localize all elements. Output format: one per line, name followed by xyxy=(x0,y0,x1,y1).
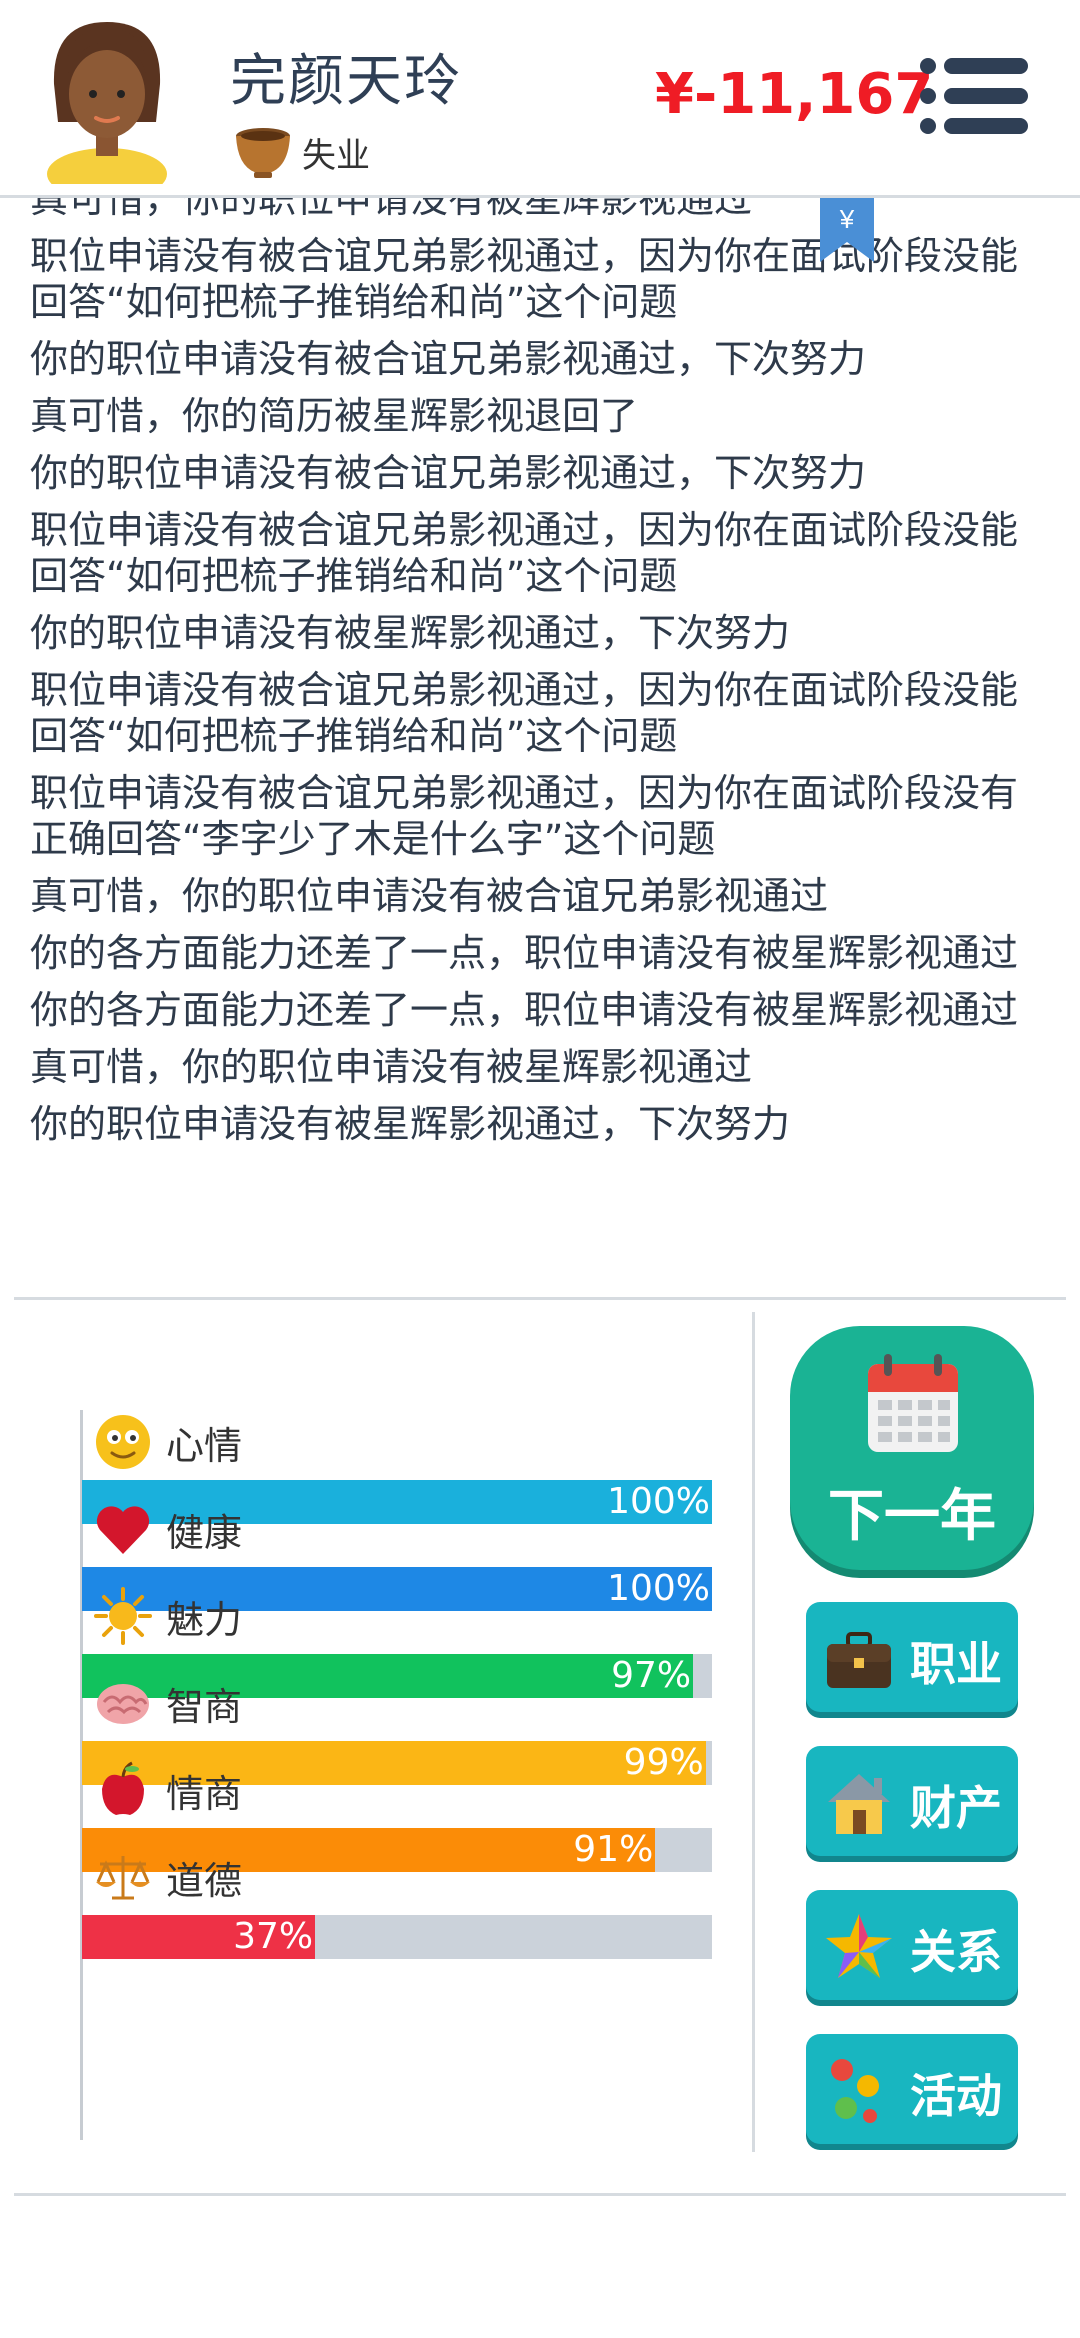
calendar-icon xyxy=(868,1354,958,1452)
stat-value: 37% xyxy=(233,1916,314,1957)
header: 完颜天玲 失业 ¥-11,167 xyxy=(0,0,1080,198)
status-label: 失业 xyxy=(302,135,370,176)
property-button[interactable]: 财产 xyxy=(806,1746,1018,1856)
stat-label: 健康 xyxy=(94,1497,242,1561)
star-icon xyxy=(826,1914,892,1978)
log-entry: 你的职位申请没有被合谊兄弟影视通过，下次努力 xyxy=(30,337,867,381)
menu-icon[interactable] xyxy=(918,56,1030,136)
panel-divider xyxy=(752,1312,755,2152)
stat-label: 情商 xyxy=(94,1758,242,1822)
yen-bookmark-icon[interactable]: ¥ xyxy=(820,198,874,262)
stat-bar-fill: 37% xyxy=(82,1915,316,1959)
bowl-icon xyxy=(236,128,290,178)
stat-morality: 道德 37% xyxy=(82,1845,712,1975)
activities-icon xyxy=(831,2059,879,2123)
next-year-button[interactable]: 下一年 xyxy=(790,1326,1034,1570)
event-log[interactable]: 真可惜，你的职位申请没有被星辉影视通过职位申请没有被合谊兄弟影视通过，因为你在面… xyxy=(0,198,1080,1278)
avatar[interactable] xyxy=(38,14,176,184)
activities-button[interactable]: 活动 xyxy=(806,2034,1018,2144)
activities-label: 活动 xyxy=(910,2069,1002,2123)
stat-name: 魅力 xyxy=(166,1597,243,1642)
sun-icon xyxy=(94,1587,152,1645)
stat-label: 道德 xyxy=(94,1845,242,1909)
brain-icon xyxy=(94,1674,152,1732)
log-entry: 真可惜，你的职位申请没有被合谊兄弟影视通过 xyxy=(30,874,829,918)
next-year-label: 下一年 xyxy=(828,1484,996,1549)
stats-panel: 心情 100% 健康 100% 魅力 97% 智商 99% 情商 91% 道德 37% xyxy=(0,1310,760,2170)
stat-label: 魅力 xyxy=(94,1584,242,1648)
log-entry: 真可惜，你的职位申请没有被星辉影视通过 xyxy=(30,1045,753,1089)
event-log-list: 真可惜，你的职位申请没有被星辉影视通过职位申请没有被合谊兄弟影视通过，因为你在面… xyxy=(30,198,1045,1158)
property-label: 财产 xyxy=(910,1781,1002,1835)
career-label: 职业 xyxy=(910,1637,1002,1691)
log-entry: 你的各方面能力还差了一点，职位申请没有被星辉影视通过 xyxy=(30,988,1019,1032)
smiley-icon xyxy=(94,1413,152,1471)
heart-icon xyxy=(94,1500,152,1558)
stat-label: 心情 xyxy=(94,1410,242,1474)
log-entry: 你的各方面能力还差了一点，职位申请没有被星辉影视通过 xyxy=(30,931,1019,975)
log-entry: 职位申请没有被合谊兄弟影视通过，因为你在面试阶段没有正确回答“李字少了木是什么字… xyxy=(30,771,1019,861)
log-entry: 你的职位申请没有被合谊兄弟影视通过，下次努力 xyxy=(30,451,867,495)
stat-name: 心情 xyxy=(166,1423,243,1468)
player-name: 完颜天玲 xyxy=(230,49,462,114)
stat-name: 道德 xyxy=(166,1858,243,1903)
money-balance: ¥-11,167 xyxy=(655,62,934,127)
stat-bar-track: 37% xyxy=(82,1915,712,1959)
employment-status: 失业 xyxy=(232,122,370,182)
relations-label: 关系 xyxy=(910,1925,1002,1979)
stat-label: 智商 xyxy=(94,1671,242,1735)
log-entry: 真可惜，你的职位申请没有被星辉影视通过 xyxy=(30,198,753,221)
log-entry: 你的职位申请没有被星辉影视通过，下次努力 xyxy=(30,611,791,655)
log-entry: 职位申请没有被合谊兄弟影视通过，因为你在面试阶段没能回答“如何把梳子推销给和尚”… xyxy=(30,508,1019,598)
log-entry: 你的职位申请没有被星辉影视通过，下次努力 xyxy=(30,1102,791,1146)
log-entry: 职位申请没有被合谊兄弟影视通过，因为你在面试阶段没能回答“如何把梳子推销给和尚”… xyxy=(30,668,1019,758)
section-divider xyxy=(14,1297,1066,1300)
stat-name: 情商 xyxy=(166,1771,243,1816)
relations-button[interactable]: 关系 xyxy=(806,1890,1018,2000)
apple-icon xyxy=(94,1761,152,1819)
briefcase-icon xyxy=(827,1632,891,1688)
log-entry: 真可惜，你的简历被星辉影视退回了 xyxy=(30,394,639,438)
house-icon xyxy=(828,1774,890,1834)
bottom-divider xyxy=(14,2193,1066,2196)
scales-icon xyxy=(94,1848,152,1906)
yen-tag-label: ¥ xyxy=(839,204,855,234)
stat-name: 健康 xyxy=(166,1510,243,1555)
stat-name: 智商 xyxy=(166,1684,243,1729)
log-entry: 职位申请没有被合谊兄弟影视通过，因为你在面试阶段没能回答“如何把梳子推销给和尚”… xyxy=(30,234,1019,324)
career-button[interactable]: 职业 xyxy=(806,1602,1018,1712)
